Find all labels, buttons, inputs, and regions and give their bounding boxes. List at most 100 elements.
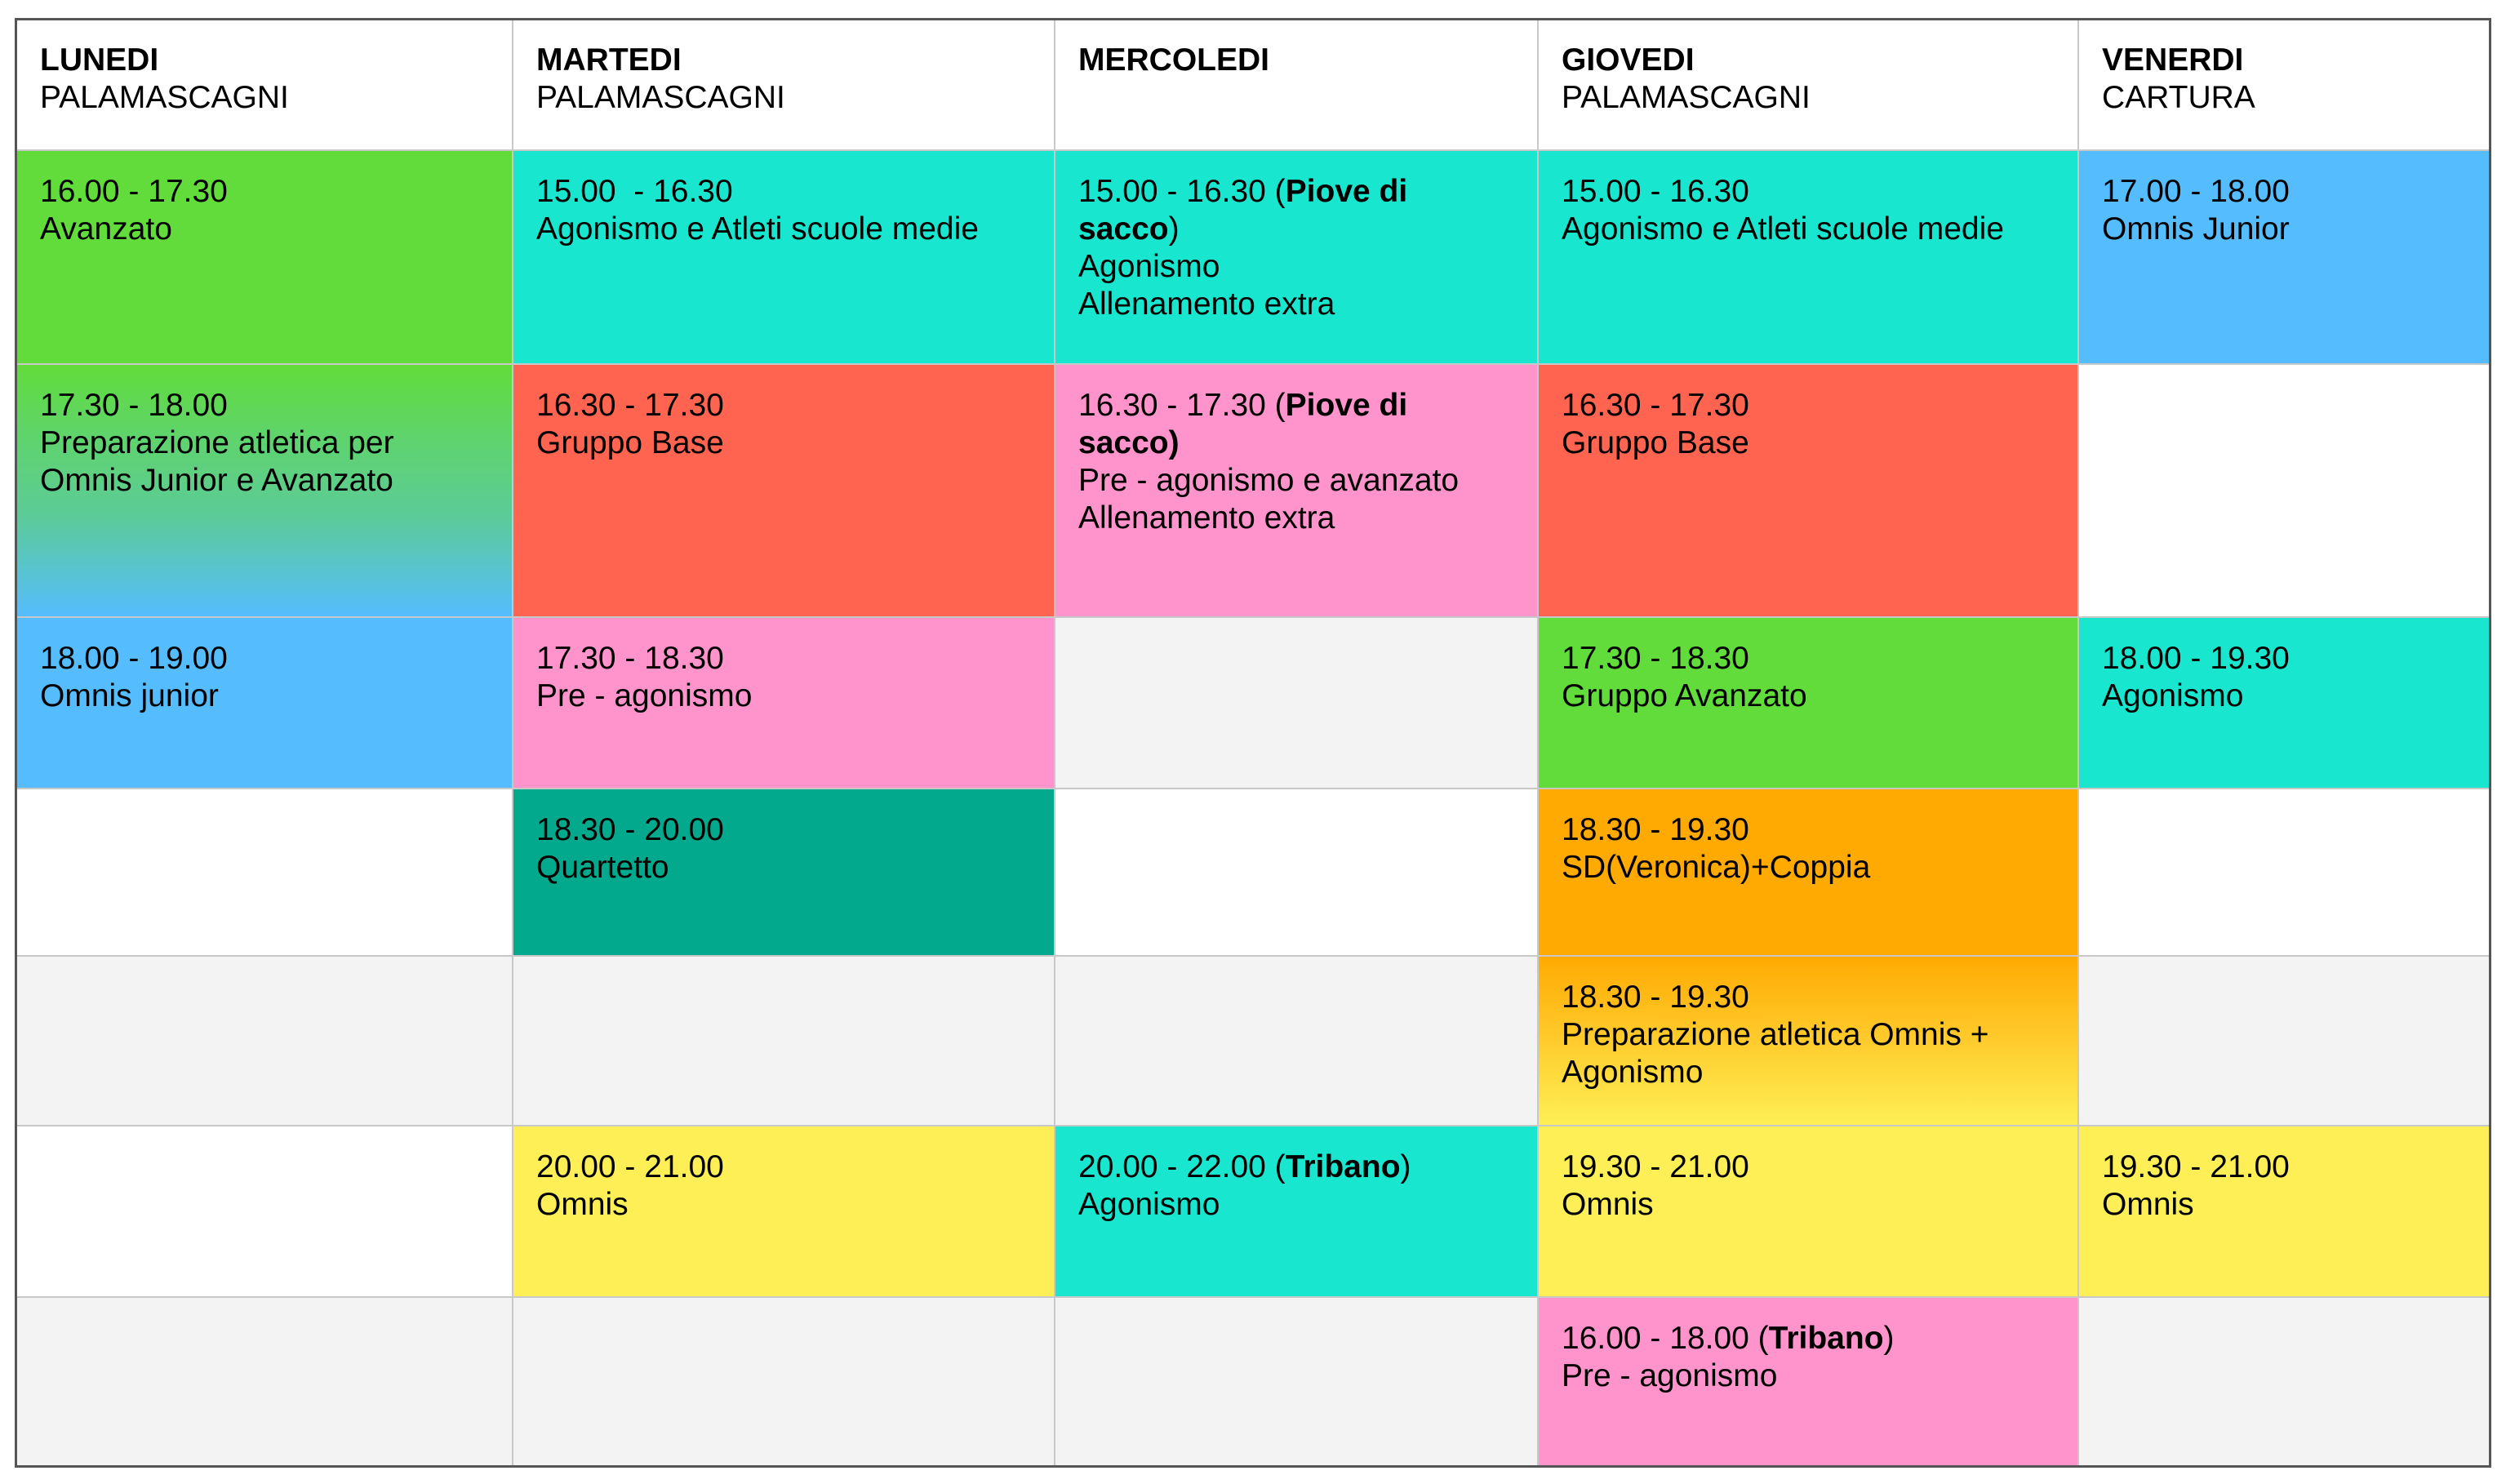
text-segment: 17.30 - 18.30 xyxy=(1562,641,1749,676)
session-time: 20.00 - 21.00 xyxy=(536,1149,1033,1186)
venue-name: CARTURA xyxy=(2102,80,2255,115)
text-segment: Pre - agonismo xyxy=(1562,1358,1778,1393)
session-cell: 16.30 - 17.30 Gruppo Base xyxy=(513,365,1055,618)
session-description: Omnis xyxy=(1562,1186,2056,1224)
session-time: 20.00 - 22.00 (Tribano) xyxy=(1078,1149,1516,1186)
session-cell: 16.30 - 17.30 (Piove di sacco) Pre - agon… xyxy=(1055,365,1539,618)
text-segment: 16.00 - 18.00 ( xyxy=(1562,1321,1769,1356)
session-time: 18.30 - 19.30 xyxy=(1562,979,2056,1016)
text-segment: Allenamento extra xyxy=(1078,287,1335,322)
day-name: VENERDI xyxy=(2102,42,2244,78)
session-time: 19.30 - 21.00 xyxy=(2102,1149,2473,1186)
session-cell: 17.30 - 18.30 Pre - agonismo xyxy=(513,618,1055,789)
empty-cell xyxy=(513,1298,1055,1465)
empty-cell xyxy=(17,957,513,1126)
session-time: 16.30 - 17.30 (Piove di sacco) xyxy=(1078,387,1516,462)
day-name: MERCOLEDI xyxy=(1078,42,1269,78)
text-segment: Quartetto xyxy=(536,850,669,885)
text-segment: 15.00 - 16.30 ( xyxy=(1078,174,1286,209)
text-segment: 18.00 - 19.00 xyxy=(40,641,228,676)
session-description: Pre - agonismo e avanzato xyxy=(1078,462,1516,500)
text-segment: 17.00 - 18.00 xyxy=(2102,174,2290,209)
text-segment: Agonismo xyxy=(1078,249,1220,284)
venue-name: PALAMASCAGNI xyxy=(536,80,785,115)
session-cell: 16.30 - 17.30 Gruppo Base xyxy=(1539,365,2079,618)
empty-cell xyxy=(1055,957,1539,1126)
header-cell-venerdi: VENERDI CARTURA xyxy=(2079,20,2489,151)
day-name: MARTEDI xyxy=(536,42,682,78)
session-description: Gruppo Base xyxy=(536,424,1033,462)
session-cell: 18.30 - 19.30 SD(Veronica)+Coppia xyxy=(1539,789,2079,957)
empty-cell xyxy=(2079,1298,2489,1465)
session-description: Omnis xyxy=(536,1186,1033,1224)
text-segment: Agonismo e Atleti scuole medie xyxy=(536,211,979,247)
text-segment: Agonismo e Atleti scuole medie xyxy=(1562,211,2004,247)
session-description: Agonismo e Atleti scuole medie xyxy=(536,211,1033,248)
text-segment: 15.00 - 16.30 xyxy=(1562,174,1749,209)
session-time: 16.00 - 18.00 (Tribano) xyxy=(1562,1320,2056,1357)
empty-cell xyxy=(1055,789,1539,957)
session-description: SD(Veronica)+Coppia xyxy=(1562,849,2056,886)
text-segment: Omnis junior xyxy=(40,678,219,713)
empty-cell xyxy=(513,957,1055,1126)
session-description: Omnis xyxy=(2102,1186,2473,1224)
session-time: 19.30 - 21.00 xyxy=(1562,1149,2056,1186)
text-segment: 16.30 - 17.30 ( xyxy=(1078,388,1286,423)
location-name: Tribano xyxy=(1285,1149,1401,1184)
session-cell: 17.30 - 18.00 Preparazione atletica per O… xyxy=(17,365,513,618)
text-segment: Agonismo xyxy=(2102,678,2244,713)
text-segment: 16.30 - 17.30 xyxy=(1562,388,1749,423)
text-segment: ) xyxy=(1400,1149,1411,1184)
text-segment: Pre - agonismo xyxy=(536,678,753,713)
empty-cell xyxy=(1055,1298,1539,1465)
text-segment: 19.30 - 21.00 xyxy=(1562,1149,1749,1184)
empty-cell xyxy=(17,1298,513,1465)
session-time: 17.30 - 18.30 xyxy=(1562,640,2056,678)
text-segment: 19.30 - 21.00 xyxy=(2102,1149,2290,1184)
text-segment: 16.00 - 17.30 xyxy=(40,174,228,209)
session-cell: 20.00 - 22.00 (Tribano) Agonismo xyxy=(1055,1126,1539,1298)
session-time: 17.00 - 18.00 xyxy=(2102,173,2473,211)
session-description: Agonismo xyxy=(2102,678,2473,715)
text-segment: 17.30 - 18.00 xyxy=(40,388,228,423)
text-segment: ) xyxy=(1883,1321,1895,1356)
empty-cell xyxy=(17,789,513,957)
session-cell: 18.00 - 19.30 Agonismo xyxy=(2079,618,2489,789)
session-description: Preparazione atletica Omnis + Agonismo xyxy=(1562,1016,2056,1091)
text-segment: 18.30 - 20.00 xyxy=(536,812,724,847)
session-cell: 16.00 - 18.00 (Tribano) Pre - agonismo xyxy=(1539,1298,2079,1465)
session-cell: 18.30 - 19.30 Preparazione atletica Omnis… xyxy=(1539,957,2079,1126)
weekly-schedule-table: LUNEDI PALAMASCAGNI MARTEDI PALAMASCAGNI MER… xyxy=(15,18,2491,1468)
text-segment: Pre - agonismo e avanzato xyxy=(1078,463,1460,498)
text-segment: 18.30 - 19.30 xyxy=(1562,980,1749,1015)
text-segment: Preparazione atletica Omnis + Agonismo xyxy=(1562,1017,1997,1090)
session-cell: 15.00 - 16.30 Agonismo e Atleti scuole me… xyxy=(513,151,1055,365)
session-time: 15.00 - 16.30 xyxy=(1562,173,2056,211)
text-segment: Agonismo xyxy=(1078,1187,1220,1222)
empty-cell xyxy=(2079,365,2489,618)
session-description: Gruppo Base xyxy=(1562,424,2056,462)
session-description: Agonismo e Atleti scuole medie xyxy=(1562,211,2056,248)
text-segment: 18.00 - 19.30 xyxy=(2102,641,2290,676)
empty-cell xyxy=(1055,618,1539,789)
session-description: Pre - agonismo xyxy=(1562,1357,2056,1395)
text-segment: Allenamento extra xyxy=(1078,500,1335,535)
header-cell-martedi: MARTEDI PALAMASCAGNI xyxy=(513,20,1055,151)
session-cell: 16.00 - 17.30 Avanzato xyxy=(17,151,513,365)
session-time: 18.00 - 19.30 xyxy=(2102,640,2473,678)
venue-name: PALAMASCAGNI xyxy=(1562,80,1811,115)
text-segment: ) xyxy=(1168,211,1180,247)
text-segment: Preparazione atletica per Omnis Junior e… xyxy=(40,425,403,498)
day-name: GIOVEDI xyxy=(1562,42,1695,78)
session-time: 18.30 - 20.00 xyxy=(536,811,1033,849)
text-segment: Gruppo Base xyxy=(536,425,724,460)
session-time: 16.30 - 17.30 xyxy=(536,387,1033,424)
header-cell-mercoledi: MERCOLEDI xyxy=(1055,20,1539,151)
header-cell-giovedi: GIOVEDI PALAMASCAGNI xyxy=(1539,20,2079,151)
session-description: Avanzato xyxy=(40,211,491,248)
text-segment: 20.00 - 22.00 ( xyxy=(1078,1149,1286,1184)
session-cell: 17.30 - 18.30 Gruppo Avanzato xyxy=(1539,618,2079,789)
session-time: 16.00 - 17.30 xyxy=(40,173,491,211)
session-cell: 19.30 - 21.00 Omnis xyxy=(1539,1126,2079,1298)
session-cell: 18.30 - 20.00 Quartetto xyxy=(513,789,1055,957)
